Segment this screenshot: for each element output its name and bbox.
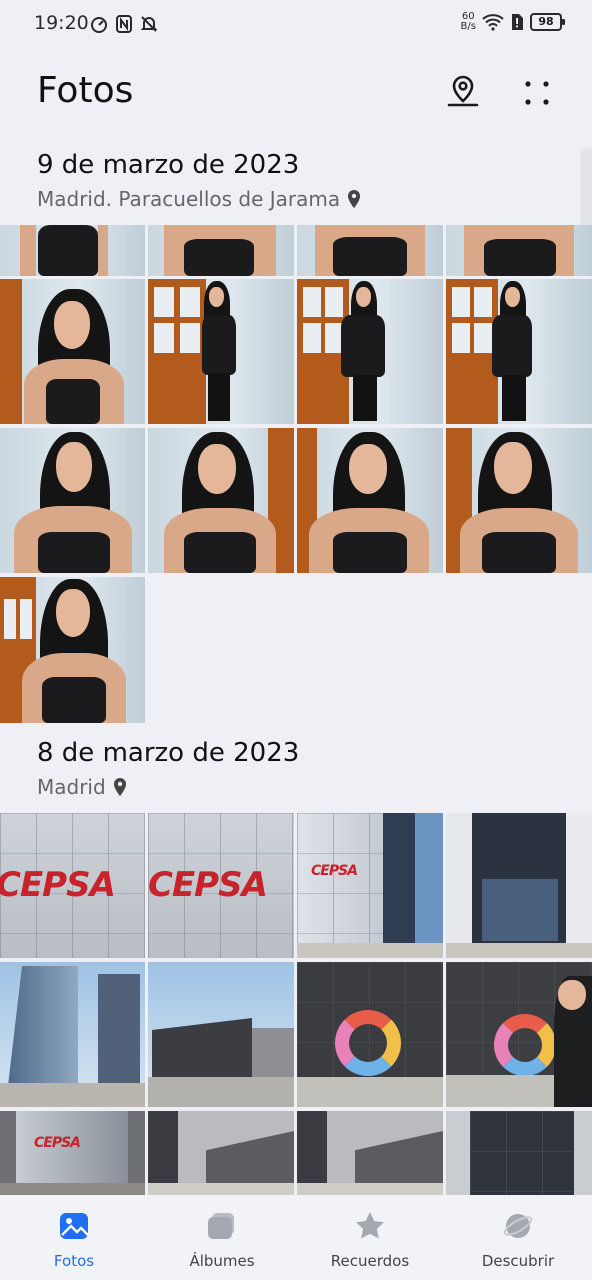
- photo-grid-section-2: CEPSA CEPSA CEPSA CEPSA: [0, 813, 592, 1195]
- bottom-navigation: Fotos Álbumes Recuerdos Descubrir: [0, 1195, 592, 1280]
- photo-thumbnail[interactable]: CEPSA: [0, 813, 145, 958]
- map-button[interactable]: [443, 72, 483, 112]
- sim-alert-icon: [512, 14, 523, 30]
- cepsa-sign-text: CEPSA: [148, 865, 268, 905]
- nav-label: Recuerdos: [330, 1252, 410, 1270]
- location-pin-icon: [113, 778, 126, 796]
- planet-icon: [503, 1214, 533, 1238]
- status-bar: 19:20 60 B/s 98: [0, 0, 592, 48]
- status-icons-left: [90, 15, 158, 33]
- photo-thumbnail[interactable]: [0, 428, 145, 573]
- photo-thumbnail[interactable]: [148, 279, 294, 424]
- photo-thumbnail[interactable]: [297, 225, 443, 276]
- map-pin-icon: [447, 75, 479, 107]
- section-location-text: Madrid. Paracuellos de Jarama: [37, 187, 341, 211]
- star-icon: [356, 1212, 384, 1239]
- speedometer-icon: [91, 17, 107, 33]
- cepsa-sign-text: CEPSA: [34, 1135, 81, 1151]
- nfc-icon: [116, 15, 132, 33]
- page-title: Fotos: [37, 70, 134, 111]
- more-dots-icon: [525, 81, 549, 105]
- section-location-text: Madrid: [37, 775, 106, 799]
- status-icons-right: 60 B/s 98: [461, 12, 565, 32]
- nav-item-recuerdos[interactable]: Recuerdos: [296, 1195, 444, 1280]
- photo-thumbnail[interactable]: [0, 279, 145, 424]
- photo-thumbnail[interactable]: [0, 962, 145, 1107]
- location-pin-icon: [348, 190, 361, 208]
- battery-indicator: 98: [530, 13, 565, 31]
- photo-thumbnail[interactable]: [0, 577, 145, 723]
- cepsa-sign-text: CEPSA: [311, 863, 358, 879]
- photo-thumbnail[interactable]: [297, 1111, 443, 1195]
- photo-thumbnail[interactable]: CEPSA: [0, 1111, 145, 1195]
- photo-thumbnail[interactable]: [446, 962, 592, 1107]
- section-location[interactable]: Madrid: [37, 775, 128, 799]
- photo-grid-section-1: [0, 225, 592, 723]
- photo-icon: [60, 1213, 89, 1239]
- nav-item-albumes[interactable]: Álbumes: [148, 1195, 296, 1280]
- nav-label: Descubrir: [481, 1252, 555, 1270]
- network-speed-unit: B/s: [460, 21, 476, 32]
- cepsa-sign-text: CEPSA: [0, 865, 116, 905]
- nav-item-descubrir[interactable]: Descubrir: [444, 1195, 592, 1280]
- photo-thumbnail[interactable]: [446, 225, 592, 276]
- status-time: 19:20: [34, 12, 89, 34]
- photo-thumbnail[interactable]: CEPSA: [148, 813, 294, 958]
- photo-thumbnail[interactable]: [297, 428, 443, 573]
- photo-thumbnail[interactable]: [446, 1111, 592, 1195]
- nav-item-fotos[interactable]: Fotos: [0, 1195, 148, 1280]
- photos-app-screen: 19:20 60 B/s 98 Fotos 9 de marzo de 2023: [0, 0, 592, 1280]
- network-speed: 60 B/s: [461, 12, 476, 32]
- section-date: 8 de marzo de 2023: [37, 738, 300, 768]
- photo-thumbnail[interactable]: [446, 428, 592, 573]
- photo-thumbnail[interactable]: [297, 279, 443, 424]
- photo-thumbnail[interactable]: [148, 225, 294, 276]
- photo-thumbnail[interactable]: CEPSA: [297, 813, 443, 958]
- nav-label: Álbumes: [189, 1252, 255, 1270]
- section-date: 9 de marzo de 2023: [37, 150, 300, 180]
- photo-thumbnail[interactable]: [446, 813, 592, 958]
- wifi-icon: [482, 14, 504, 31]
- bell-muted-icon: [140, 16, 158, 32]
- albums-icon: [208, 1213, 234, 1239]
- nav-label: Fotos: [53, 1252, 95, 1270]
- photo-thumbnail[interactable]: [446, 279, 592, 424]
- photo-thumbnail[interactable]: [148, 1111, 294, 1195]
- photo-thumbnail[interactable]: [148, 962, 294, 1107]
- photo-thumbnail[interactable]: [297, 962, 443, 1107]
- photo-thumbnail[interactable]: [148, 428, 294, 573]
- more-options-button[interactable]: [518, 72, 558, 112]
- section-location[interactable]: Madrid. Paracuellos de Jarama: [37, 187, 362, 211]
- photo-thumbnail[interactable]: [0, 225, 145, 276]
- app-header: Fotos: [0, 48, 592, 138]
